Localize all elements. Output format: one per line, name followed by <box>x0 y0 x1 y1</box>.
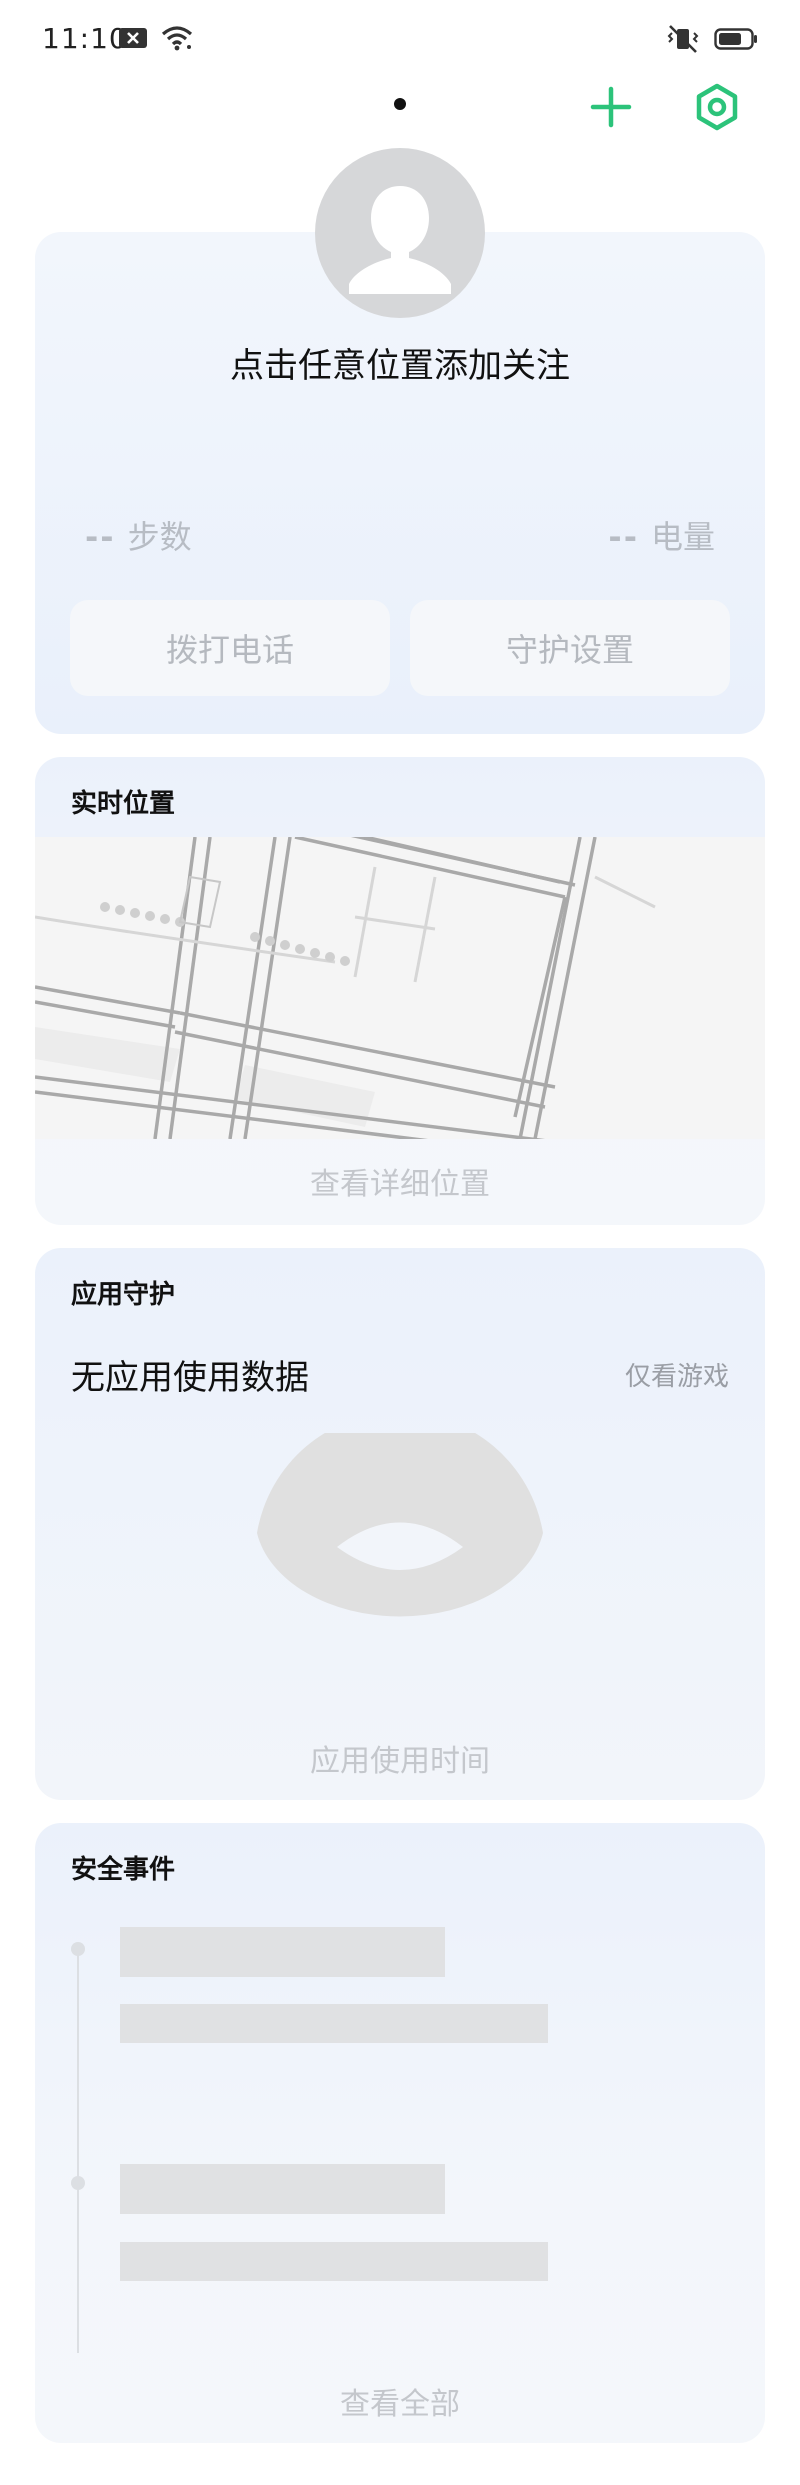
call-button[interactable]: 拨打电话 <box>70 600 390 696</box>
event-detail-placeholder <box>120 2004 548 2043</box>
guard-settings-button[interactable]: 守护设置 <box>410 600 730 696</box>
timeline-dot <box>71 1942 85 1956</box>
status-icons-left <box>118 24 194 52</box>
app-guard-title: 应用守护 <box>71 1280 176 1310</box>
view-all-link[interactable]: 查看全部 <box>35 2379 765 2423</box>
event-title-placeholder <box>120 1927 445 1977</box>
status-time: 11:10 <box>42 22 128 55</box>
status-bar: 11:10 <box>0 0 800 80</box>
steps-label: 步数 <box>127 518 192 556</box>
timeline-dot <box>71 2176 85 2190</box>
usage-donut-placeholder <box>257 1433 543 1617</box>
settings-icon <box>696 83 738 131</box>
battery-icon <box>714 27 758 51</box>
wifi-icon <box>160 24 194 52</box>
security-events-card: 安全事件 查看全部 <box>35 1823 765 2443</box>
battery-label: 电量 <box>650 518 715 556</box>
steps-stat: -- 步数 <box>85 512 192 558</box>
person-icon <box>349 186 451 294</box>
add-button[interactable] <box>586 82 636 132</box>
location-card: 实时位置 查看详细位置 <box>35 757 765 1225</box>
app-guard-card: 应用守护 无应用使用数据 仅看游戏 应用使用时间 <box>35 1248 765 1800</box>
event-title-placeholder <box>120 2164 445 2214</box>
settings-button[interactable] <box>692 82 742 132</box>
top-bar <box>0 70 800 140</box>
steps-value: -- <box>85 518 116 556</box>
plus-icon <box>590 86 632 128</box>
event-detail-placeholder <box>120 2242 548 2281</box>
add-follow-prompt[interactable]: 点击任意位置添加关注 <box>0 338 800 387</box>
avatar[interactable] <box>315 148 485 318</box>
vibrate-mute-icon <box>666 24 700 54</box>
app-usage-time-label: 应用使用时间 <box>310 1744 490 1779</box>
no-app-data-text: 无应用使用数据 <box>71 1358 309 1398</box>
status-icons-right <box>666 24 758 54</box>
location-title: 实时位置 <box>71 789 176 819</box>
map-view[interactable] <box>35 823 765 1161</box>
games-only-toggle[interactable]: 仅看游戏 <box>625 1356 729 1393</box>
battery-value: -- <box>608 518 639 556</box>
notification-x-icon <box>118 26 148 50</box>
security-events-title: 安全事件 <box>71 1855 176 1885</box>
view-detail-location-link[interactable]: 查看详细位置 <box>35 1159 765 1203</box>
page-indicator-dot <box>394 98 406 110</box>
timeline-line <box>77 1948 79 2353</box>
battery-stat: -- 电量 <box>608 512 715 558</box>
